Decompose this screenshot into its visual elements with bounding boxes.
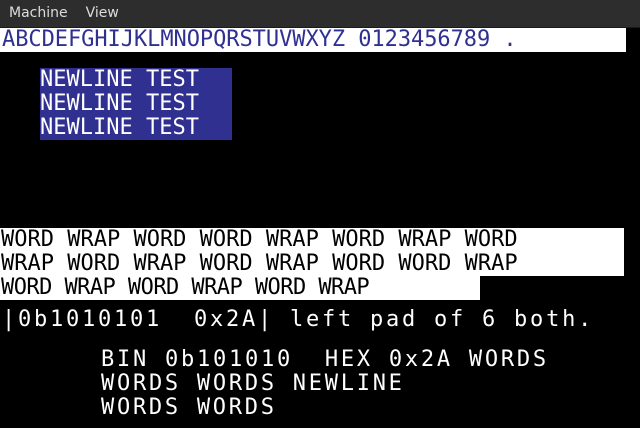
menu-machine[interactable]: Machine — [0, 0, 77, 27]
words-line-3: WORDS WORDS — [101, 395, 277, 420]
newline-line-1: NEWLINE TEST — [40, 67, 199, 92]
menu-bar: Machine View — [0, 0, 640, 28]
newline-line-3: NEWLINE TEST — [40, 115, 199, 140]
newline-line-2: NEWLINE TEST — [40, 91, 199, 116]
charset-line: ABCDEFGHIJKLMNOPQRSTUVWXYZ 0123456789 . — [0, 28, 626, 52]
menu-view[interactable]: View — [77, 0, 128, 27]
words-line-1: BIN 0b101010 HEX 0x2A WORDS — [101, 347, 549, 372]
word-wrap-line-3: WORD WRAP WORD WRAP WORD WRAP — [0, 276, 480, 300]
word-wrap-line-1: WORD WRAP WORD WORD WRAP WORD WRAP WORD — [0, 228, 624, 252]
emulator-screen[interactable]: ABCDEFGHIJKLMNOPQRSTUVWXYZ 0123456789 . … — [0, 28, 640, 428]
word-wrap-line-2: WRAP WORD WRAP WORD WRAP WORD WORD WRAP — [0, 252, 624, 276]
left-pad-line: |0b1010101 0x2A| left pad of 6 both. — [2, 307, 595, 332]
emulator-window: Machine View ABCDEFGHIJKLMNOPQRSTUVWXYZ … — [0, 0, 640, 428]
words-line-2: WORDS WORDS NEWLINE — [101, 371, 405, 396]
